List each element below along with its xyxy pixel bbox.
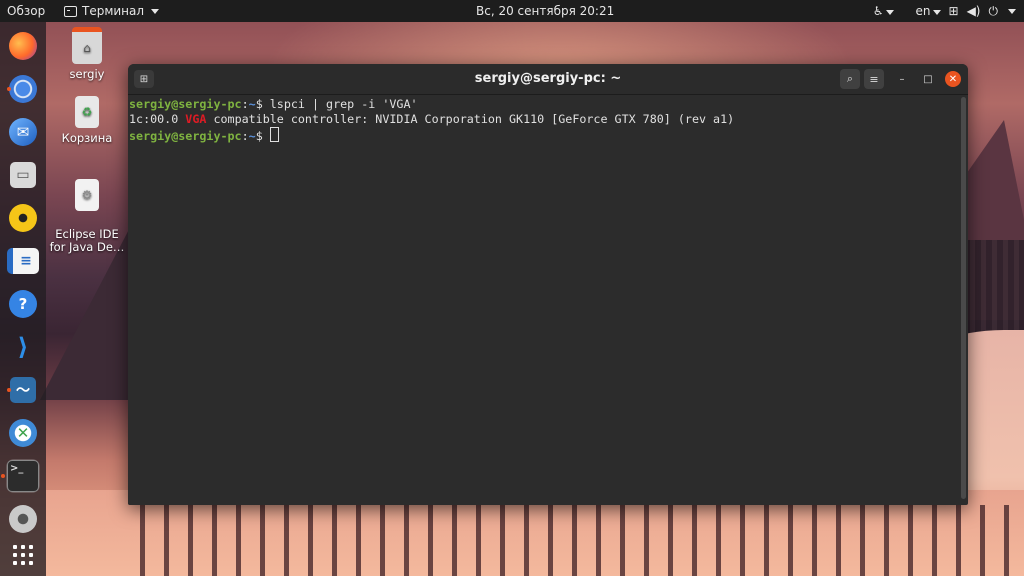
activities-button[interactable]: Обзор <box>7 3 45 19</box>
terminal-icon: >_ <box>7 460 39 492</box>
prompt-path: ~ <box>248 97 256 111</box>
gear-icon: ⚙ <box>75 179 99 211</box>
desktop-icon-home[interactable]: ⌂ sergiy <box>47 27 127 81</box>
close-icon: ✕ <box>948 73 958 85</box>
dock-item-writer[interactable]: ≡ <box>6 244 40 278</box>
files-icon: ▭ <box>10 162 36 188</box>
desktop-icon-trash[interactable]: ♻ Корзина <box>47 96 127 145</box>
app-menu-button[interactable]: Терминал <box>64 3 160 19</box>
writer-icon: ≡ <box>7 248 39 274</box>
running-indicator <box>7 388 11 392</box>
prompt-separator: : <box>241 97 249 111</box>
menu-button[interactable]: ≡ <box>864 69 884 89</box>
grep-match: VGA <box>185 112 207 126</box>
language-label: en <box>915 4 931 18</box>
output-text: compatible controller: NVIDIA Corporatio… <box>206 112 735 126</box>
command-text: lspci | grep -i 'VGA' <box>269 97 418 111</box>
dock-item-help[interactable]: ? <box>6 287 40 321</box>
close-button[interactable]: ✕ <box>945 71 961 87</box>
output-text: 1c:00.0 <box>129 112 186 126</box>
app-store-icon: ✕ <box>9 419 37 447</box>
prompt-separator: : <box>241 129 249 143</box>
prompt-user: sergiy@sergiy-pc <box>129 129 242 143</box>
home-folder-icon: ⌂ <box>72 27 102 64</box>
network-icon[interactable]: ⊞ <box>949 3 959 19</box>
help-icon: ? <box>9 290 37 318</box>
app-menu-label: Терминал <box>82 4 145 18</box>
dock-item-app-store[interactable]: ✕ <box>6 416 40 450</box>
prompt-symbol: $ <box>255 97 270 111</box>
window-titlebar[interactable]: ⊞ sergiy@sergiy-pc: ~ ⌕ ≡ – □ ✕ <box>128 64 968 95</box>
terminal-output[interactable]: sergiy@sergiy-pc:~$ lspci | grep -i 'VGA… <box>128 95 958 505</box>
vscode-icon: ⟩ <box>17 333 29 361</box>
dock-item-settings[interactable] <box>6 502 40 536</box>
terminal-line: 1c:00.0 VGA compatible controller: NVIDI… <box>129 112 957 127</box>
terminal-scrollbar[interactable] <box>961 97 966 499</box>
terminal-line: sergiy@sergiy-pc:~$ lspci | grep -i 'VGA… <box>129 97 957 112</box>
system-indicators: ♿ en ⊞ ◀) ⏻ <box>873 3 1016 19</box>
chevron-down-icon[interactable] <box>1008 8 1016 14</box>
firefox-icon <box>9 32 37 60</box>
dock-item-rhythmbox[interactable] <box>6 201 40 235</box>
chromium-icon <box>9 75 37 103</box>
accessibility-icon: ♿ <box>872 4 884 18</box>
dock-item-firefox[interactable] <box>6 29 40 63</box>
prompt-user: sergiy@sergiy-pc <box>129 97 242 111</box>
terminal-window: ⊞ sergiy@sergiy-pc: ~ ⌕ ≡ – □ ✕ sergiy@s… <box>128 64 968 505</box>
maximize-button[interactable]: □ <box>920 71 936 87</box>
show-apps-button[interactable] <box>6 538 40 572</box>
rhythmbox-icon <box>9 204 37 232</box>
show-apps-icon <box>13 545 33 565</box>
dock-item-chromium[interactable] <box>6 72 40 106</box>
trash-icon: ♻ <box>75 96 99 128</box>
search-icon: ⌕ <box>846 72 854 85</box>
desktop-icon-eclipse[interactable]: ⚙ Eclipse IDE for Java De… <box>47 166 127 254</box>
running-indicator <box>1 474 5 478</box>
thunderbird-icon: ✉ <box>9 118 37 146</box>
chevron-down-icon <box>151 8 160 14</box>
terminal-line: sergiy@sergiy-pc:~$ <box>129 127 957 144</box>
wallpaper-trees <box>140 505 1020 576</box>
language-menu[interactable]: en <box>916 3 941 19</box>
dock-item-terminal[interactable]: >_ <box>1 459 40 493</box>
dock-item-thunderbird[interactable]: ✉ <box>6 115 40 149</box>
dock-item-files[interactable]: ▭ <box>6 158 40 192</box>
terminal-icon <box>64 5 77 17</box>
prompt-path: ~ <box>248 129 256 143</box>
top-bar: Обзор Терминал Вс, 20 сентября 20:21 ♿ e… <box>0 0 1024 22</box>
dock: ✉ ▭ ≡ ? ⟩ 〜 ✕ >_ <box>0 22 46 576</box>
chevron-down-icon <box>932 10 941 15</box>
minimize-button[interactable]: – <box>894 71 910 87</box>
search-button[interactable]: ⌕ <box>840 69 860 89</box>
maximize-icon: □ <box>923 73 933 85</box>
chevron-down-icon <box>885 10 894 15</box>
minimize-icon: – <box>899 73 905 85</box>
desktop-icon-label: sergiy <box>69 67 105 81</box>
clock[interactable]: Вс, 20 сентября 20:21 <box>476 3 614 19</box>
desktop-icon-label: Eclipse IDE for Java De… <box>49 227 125 254</box>
system-monitor-icon: 〜 <box>10 377 36 403</box>
text-cursor <box>269 127 279 142</box>
dock-item-vscode[interactable]: ⟩ <box>6 330 40 364</box>
hamburger-icon: ≡ <box>869 72 879 86</box>
accessibility-menu[interactable]: ♿ <box>873 3 894 19</box>
power-icon[interactable]: ⏻ <box>989 3 999 19</box>
volume-icon[interactable]: ◀) <box>967 3 981 19</box>
prompt-symbol: $ <box>255 129 270 143</box>
dock-item-system-monitor[interactable]: 〜 <box>6 373 40 407</box>
gear-icon <box>9 505 37 533</box>
running-indicator <box>7 87 11 91</box>
desktop-icon-label: Корзина <box>61 131 113 145</box>
